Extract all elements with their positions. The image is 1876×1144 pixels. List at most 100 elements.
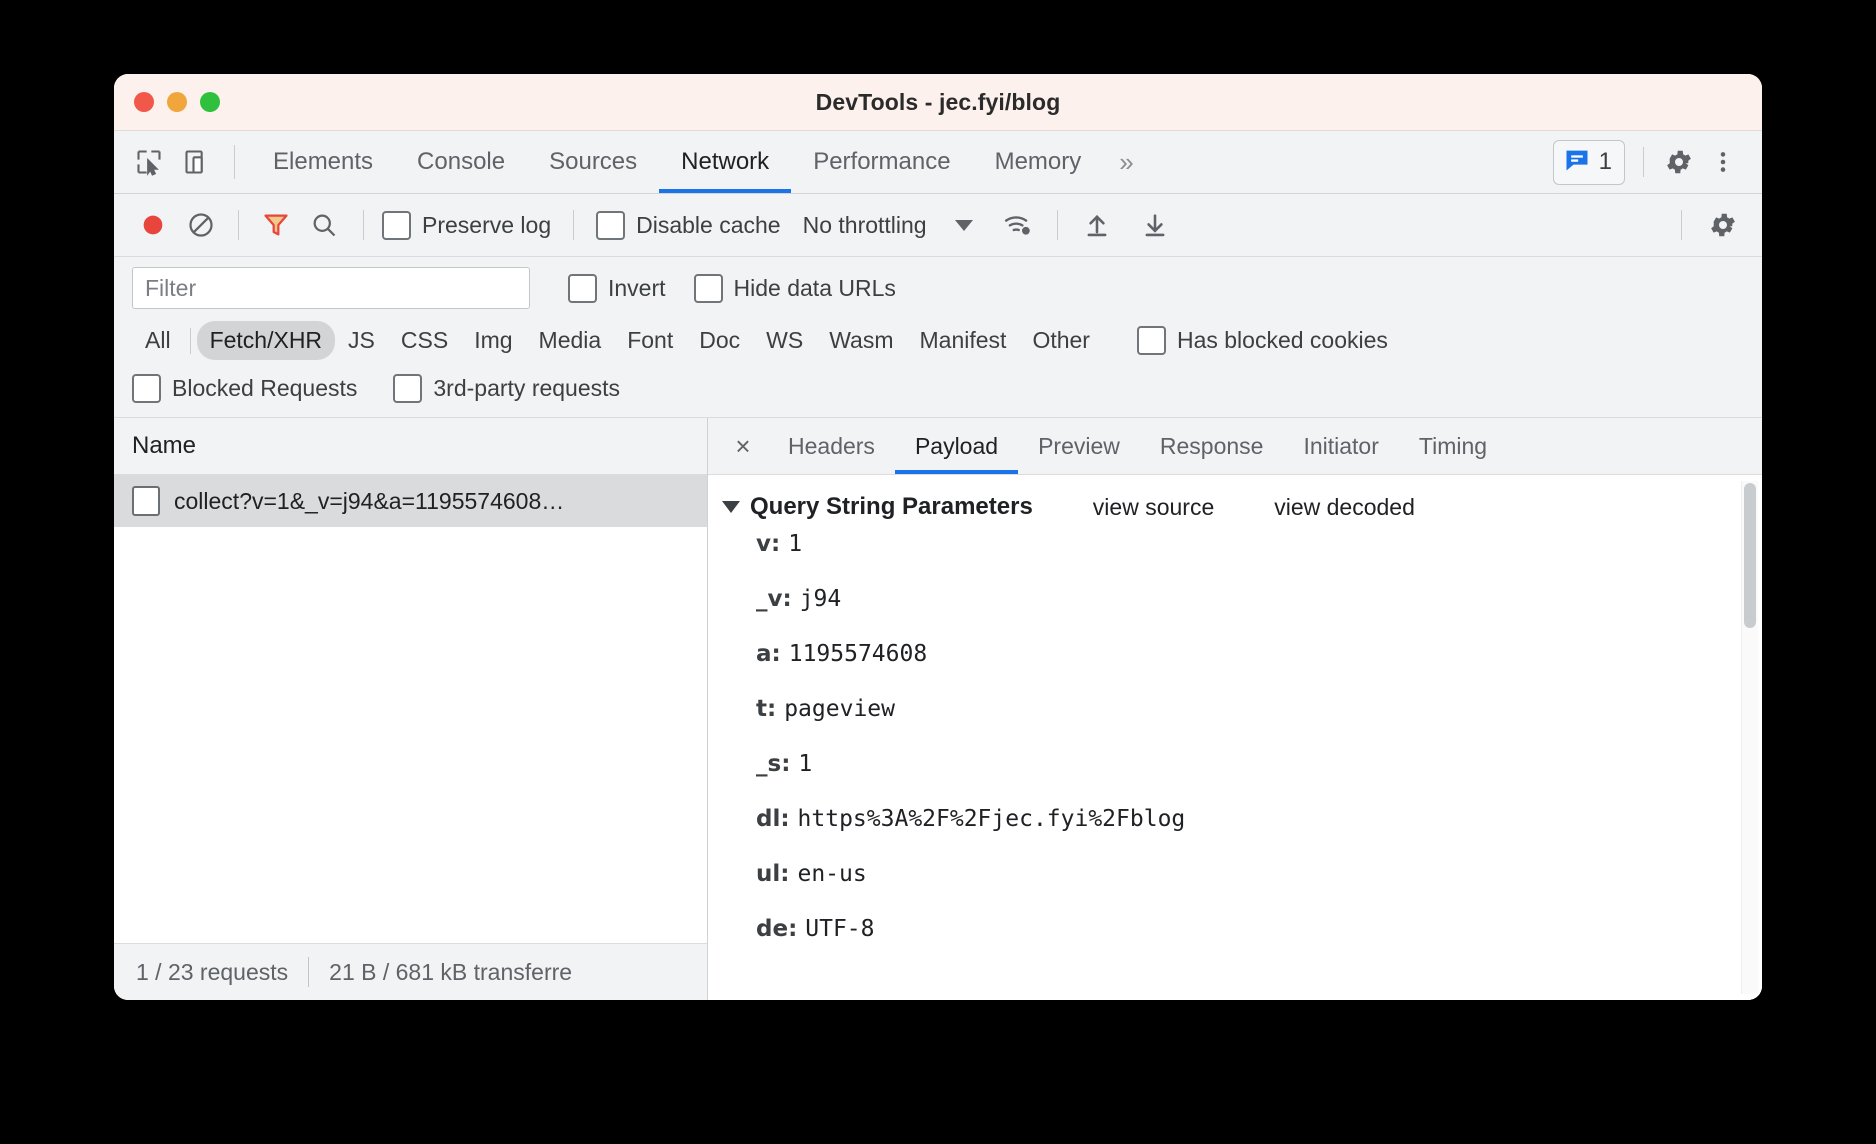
preserve-log-checkbox[interactable]: Preserve log [382, 211, 551, 240]
filter-button[interactable] [255, 204, 297, 246]
resource-type-filters: All Fetch/XHR JS CSS Img Media Font Doc … [132, 321, 1744, 360]
view-decoded-link[interactable]: view decoded [1274, 494, 1415, 521]
network-filter-bar: Filter Invert Hide data URLs All Fetch/X… [114, 257, 1762, 418]
toolbar-divider-4 [1057, 210, 1058, 240]
tab-network[interactable]: Network [659, 131, 791, 193]
tab-payload[interactable]: Payload [895, 418, 1018, 474]
device-toolbar-icon[interactable] [180, 145, 214, 179]
type-filter-all[interactable]: All [132, 321, 184, 360]
type-filter-css[interactable]: CSS [388, 321, 461, 360]
close-icon[interactable]: × [718, 418, 768, 474]
tab-headers[interactable]: Headers [768, 418, 895, 474]
tabbar-right-controls: 1 [1553, 131, 1762, 193]
requests-count: 1 / 23 requests [136, 959, 288, 986]
third-party-requests-checkbox[interactable]: 3rd-party requests [393, 374, 620, 403]
request-type-icon [132, 486, 160, 516]
record-button[interactable] [132, 204, 174, 246]
query-string-parameters-header[interactable]: Query String Parameters view source view… [708, 493, 1762, 521]
disable-cache-checkbox[interactable]: Disable cache [596, 211, 780, 240]
type-filter-ws[interactable]: WS [753, 321, 816, 360]
settings-gear-icon[interactable] [1702, 204, 1744, 246]
tabbar-divider [234, 145, 235, 179]
tab-performance[interactable]: Performance [791, 131, 972, 193]
hide-data-urls-label: Hide data URLs [734, 275, 896, 302]
type-filter-font[interactable]: Font [614, 321, 686, 360]
view-source-link[interactable]: view source [1093, 494, 1214, 521]
disable-cache-label: Disable cache [636, 212, 780, 239]
scrollbar-thumb[interactable] [1744, 483, 1756, 628]
detail-tabbar: × Headers Payload Preview Response Initi… [708, 418, 1762, 475]
request-name: collect?v=1&_v=j94&a=1195574608… [174, 488, 564, 515]
tab-initiator[interactable]: Initiator [1283, 418, 1398, 474]
has-blocked-cookies-checkbox[interactable]: Has blocked cookies [1137, 326, 1388, 355]
payload-bottom-clip [708, 994, 1762, 1000]
import-har-icon[interactable] [1076, 204, 1118, 246]
status-divider [308, 957, 309, 987]
tab-sources[interactable]: Sources [527, 131, 659, 193]
param-name: t: [756, 696, 776, 722]
more-options-icon[interactable] [1706, 145, 1740, 179]
transferred-size: 21 B / 681 kB transferre [329, 959, 572, 986]
list-item[interactable]: t: pageview [708, 696, 1762, 751]
type-filter-img[interactable]: Img [461, 321, 525, 360]
payload-scrollbar[interactable] [1741, 481, 1758, 994]
request-detail-pane: × Headers Payload Preview Response Initi… [708, 418, 1762, 1000]
chevron-down-icon[interactable] [722, 501, 740, 513]
list-item[interactable]: dl: https%3A%2F%2Fjec.fyi%2Fblog [708, 806, 1762, 861]
type-filter-other[interactable]: Other [1019, 321, 1103, 360]
more-tabs-chevron-icon[interactable]: » [1103, 131, 1149, 193]
window-title: DevTools - jec.fyi/blog [114, 89, 1762, 116]
tab-memory[interactable]: Memory [973, 131, 1104, 193]
chevron-down-icon[interactable] [955, 220, 973, 231]
type-filter-fetch-xhr[interactable]: Fetch/XHR [197, 321, 335, 360]
list-item[interactable]: _v: j94 [708, 586, 1762, 641]
tab-elements[interactable]: Elements [251, 131, 395, 193]
filter-input[interactable]: Filter [132, 267, 530, 309]
column-header-name[interactable]: Name [132, 432, 196, 460]
inspect-element-icon[interactable] [132, 145, 166, 179]
tab-console[interactable]: Console [395, 131, 527, 193]
throttling-select[interactable]: No throttling [803, 212, 927, 239]
param-name: _v: [756, 586, 792, 612]
hide-data-urls-checkbox[interactable]: Hide data URLs [694, 274, 896, 303]
toolbar-divider-1 [238, 210, 239, 240]
list-item[interactable]: v: 1 [708, 531, 1762, 586]
type-filter-manifest[interactable]: Manifest [907, 321, 1020, 360]
clear-button[interactable] [180, 204, 222, 246]
disable-cache-box [596, 211, 625, 240]
list-item[interactable]: a: 1195574608 [708, 641, 1762, 696]
param-value: https%3A%2F%2Fjec.fyi%2Fblog [798, 806, 1186, 832]
issues-badge-button[interactable]: 1 [1553, 140, 1625, 185]
search-icon[interactable] [303, 204, 345, 246]
type-filter-media[interactable]: Media [526, 321, 615, 360]
table-row[interactable]: collect?v=1&_v=j94&a=1195574608… [114, 475, 707, 527]
list-item[interactable]: de: UTF-8 [708, 916, 1762, 971]
filter-row-tertiary: Blocked Requests 3rd-party requests [132, 374, 1744, 403]
export-har-icon[interactable] [1134, 204, 1176, 246]
type-filter-js[interactable]: JS [335, 321, 388, 360]
tab-preview[interactable]: Preview [1018, 418, 1140, 474]
toolbar-divider-5 [1681, 210, 1682, 240]
right-controls-divider [1643, 147, 1644, 177]
param-value: 1195574608 [789, 641, 927, 667]
param-name: ul: [756, 861, 789, 887]
request-list-body[interactable]: collect?v=1&_v=j94&a=1195574608… [114, 475, 707, 943]
window-titlebar: DevTools - jec.fyi/blog [114, 74, 1762, 131]
type-filter-wasm[interactable]: Wasm [816, 321, 906, 360]
param-name: dl: [756, 806, 790, 832]
param-value: en-us [797, 861, 866, 887]
type-filter-doc[interactable]: Doc [686, 321, 753, 360]
screen-background: DevTools - jec.fyi/blog [0, 0, 1876, 1144]
list-item[interactable]: _s: 1 [708, 751, 1762, 806]
list-item[interactable]: ul: en-us [708, 861, 1762, 916]
network-conditions-icon[interactable] [997, 204, 1039, 246]
blocked-requests-checkbox[interactable]: Blocked Requests [132, 374, 357, 403]
devtools-main-tabbar: Elements Console Sources Network Perform… [114, 131, 1762, 194]
tab-timing[interactable]: Timing [1399, 418, 1507, 474]
param-value: j94 [800, 586, 842, 612]
invert-checkbox[interactable]: Invert [568, 274, 666, 303]
tab-response[interactable]: Response [1140, 418, 1284, 474]
network-toolbar: Preserve log Disable cache No throttling [114, 194, 1762, 257]
toolbar-divider-2 [363, 210, 364, 240]
gear-icon[interactable] [1662, 145, 1696, 179]
